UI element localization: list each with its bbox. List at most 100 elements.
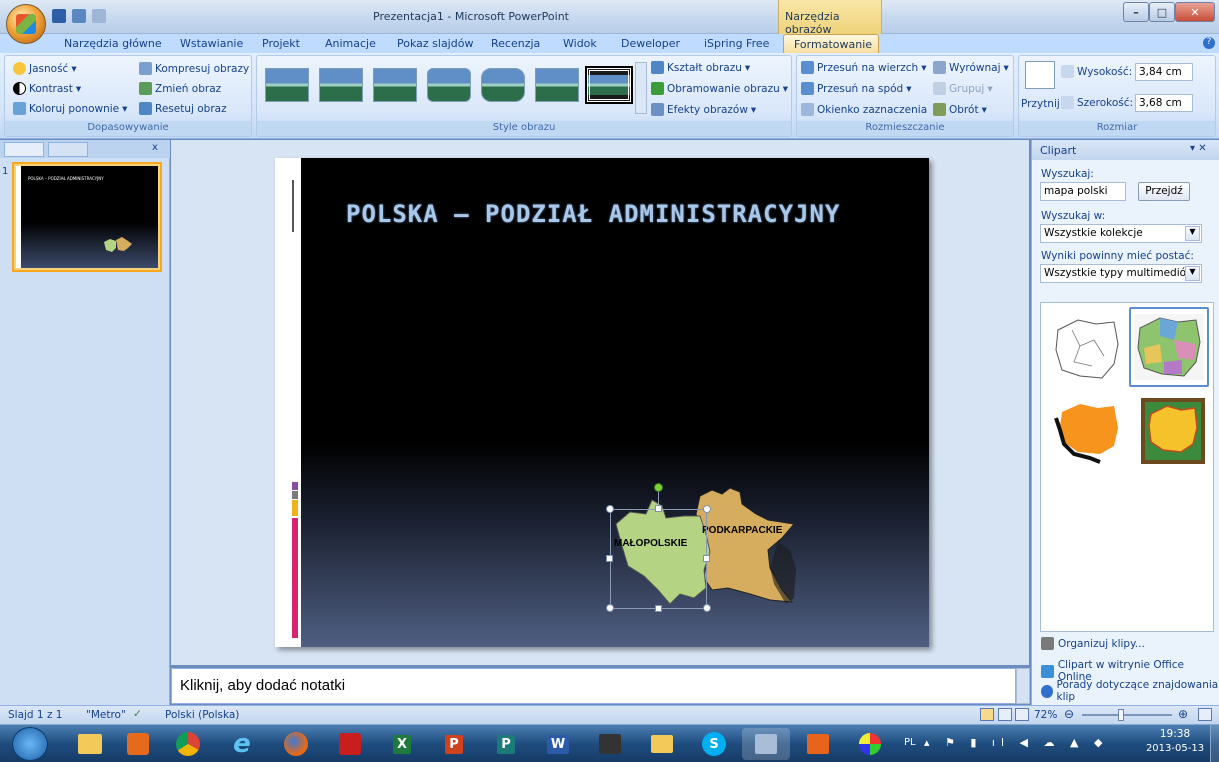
zoom-in-icon[interactable]: ⊕	[1178, 707, 1188, 721]
compress-button[interactable]: Kompresuj obrazy	[139, 62, 249, 75]
tab-outline[interactable]	[48, 142, 88, 157]
screen-app-icon[interactable]	[742, 728, 790, 760]
tray-icons[interactable]: ▴ ⚑ ▮ ıl ◀ ☁ ▲ ◆	[924, 736, 1108, 749]
clock-time[interactable]: 19:38	[1150, 728, 1200, 740]
clip-result-4[interactable]	[1133, 391, 1213, 471]
undo-icon[interactable]	[72, 9, 86, 23]
acrobat-icon[interactable]	[326, 728, 374, 760]
slide-title[interactable]: POLSKA – PODZIAŁ ADMINISTRACYJNY	[346, 200, 840, 228]
zoom-out-icon[interactable]: ⊖	[1064, 707, 1074, 721]
tab-review[interactable]: Recenzja	[491, 34, 540, 53]
save-icon[interactable]	[52, 9, 66, 23]
normal-view-icon[interactable]	[980, 708, 994, 721]
zoom-slider[interactable]	[1082, 714, 1172, 716]
tab-slides[interactable]	[4, 142, 44, 157]
spellcheck-icon[interactable]: ✓	[133, 708, 142, 720]
outlook-icon[interactable]	[114, 728, 162, 760]
resize-handle-sw[interactable]	[606, 604, 614, 612]
close-pane-icon[interactable]: x	[152, 142, 158, 153]
close-button[interactable]: ✕	[1175, 2, 1215, 22]
language-indicator[interactable]: PL	[904, 737, 916, 748]
tab-developer[interactable]: Deweloper	[621, 34, 680, 53]
tab-slideshow[interactable]: Pokaz slajdów	[397, 34, 473, 53]
calendar-app-icon[interactable]	[794, 728, 842, 760]
show-desktop-button[interactable]	[1210, 725, 1219, 762]
notes-input[interactable]: Kliknij, aby dodać notatki	[171, 668, 1016, 704]
crop-label[interactable]: Przytnij	[1021, 98, 1060, 110]
resize-handle-se[interactable]	[703, 604, 711, 612]
group-button[interactable]: Grupuj ▾	[933, 82, 993, 95]
redo-icon[interactable]	[92, 9, 106, 23]
width-input[interactable]: 3,68 cm	[1135, 94, 1193, 112]
eye-app-icon[interactable]	[586, 728, 634, 760]
style-thumb-1[interactable]	[265, 68, 309, 102]
tab-view[interactable]: Widok	[563, 34, 597, 53]
chrome-icon[interactable]	[164, 728, 212, 760]
resize-handle-s[interactable]	[655, 605, 662, 612]
send-back-button[interactable]: Przesuń na spód ▾	[801, 82, 912, 95]
tab-insert[interactable]: Wstawianie	[180, 34, 243, 53]
styles-gallery-scroll[interactable]	[635, 62, 647, 114]
start-button[interactable]	[12, 727, 48, 761]
crop-icon[interactable]	[1025, 61, 1055, 89]
tips-link[interactable]: Porady dotyczące znajdowania klip	[1041, 679, 1219, 703]
pane-menu-icon[interactable]: ▾ ✕	[1190, 143, 1207, 154]
ie-icon[interactable]: e	[218, 728, 266, 760]
reset-picture-button[interactable]: Resetuj obraz	[139, 102, 227, 115]
recolor-button[interactable]: Koloruj ponownie ▾	[13, 102, 127, 115]
publisher-icon[interactable]: P	[482, 728, 530, 760]
folder-app-icon[interactable]	[638, 728, 686, 760]
help-icon[interactable]: ?	[1203, 37, 1215, 49]
tab-format[interactable]: Formatowanie	[783, 34, 879, 53]
search-input[interactable]: mapa polski	[1040, 182, 1126, 201]
style-thumb-4[interactable]	[427, 68, 471, 102]
tab-home[interactable]: Narzędzia główne	[64, 34, 162, 53]
selection-box[interactable]	[610, 509, 707, 609]
style-thumb-2[interactable]	[319, 68, 363, 102]
firefox-icon[interactable]	[272, 728, 320, 760]
resize-handle-e[interactable]	[703, 555, 710, 562]
selection-pane-button[interactable]: Okienko zaznaczenia	[801, 103, 927, 116]
maximize-button[interactable]: □	[1149, 2, 1175, 22]
slide-thumbnail[interactable]: POLSKA – PODZIAŁ ADMINISTRACYJNY	[12, 162, 162, 272]
resize-handle-w[interactable]	[606, 555, 613, 562]
tab-design[interactable]: Projekt	[262, 34, 300, 53]
clip-result-3[interactable]	[1047, 391, 1127, 471]
tab-animations[interactable]: Animacje	[325, 34, 376, 53]
height-input[interactable]: 3,84 cm	[1135, 63, 1193, 81]
zoom-slider-thumb[interactable]	[1118, 709, 1124, 721]
powerpoint-icon[interactable]: P	[430, 728, 478, 760]
resize-handle-ne[interactable]	[703, 505, 711, 513]
picture-effects-button[interactable]: Efekty obrazów ▾	[651, 103, 756, 116]
clip-result-1[interactable]	[1047, 309, 1127, 389]
language[interactable]: Polski (Polska)	[165, 709, 239, 721]
clock-date[interactable]: 2013-05-13	[1142, 743, 1208, 754]
notes-scrollbar[interactable]	[1016, 668, 1030, 704]
search-in-select[interactable]: Wszystkie kolekcje ▼	[1040, 224, 1202, 243]
style-thumb-3[interactable]	[373, 68, 417, 102]
slideshow-view-icon[interactable]	[1015, 708, 1029, 721]
fit-window-icon[interactable]	[1198, 708, 1212, 721]
align-button[interactable]: Wyrównaj ▾	[933, 61, 1009, 74]
organize-clips-link[interactable]: Organizuj klipy...	[1041, 637, 1145, 650]
style-thumb-5[interactable]	[481, 68, 525, 102]
picture-shape-button[interactable]: Kształt obrazu ▾	[651, 61, 750, 74]
go-button[interactable]: Przejdź	[1138, 182, 1190, 201]
explorer-icon[interactable]	[66, 728, 114, 760]
minimize-button[interactable]: –	[1123, 2, 1149, 22]
sorter-view-icon[interactable]	[998, 708, 1012, 721]
skype-icon[interactable]: S	[690, 728, 738, 760]
style-thumb-7[interactable]	[585, 66, 633, 104]
word-icon[interactable]: W	[534, 728, 582, 760]
tab-ispring[interactable]: iSpring Free	[704, 34, 769, 53]
zoom-level[interactable]: 72%	[1034, 709, 1057, 721]
brightness-button[interactable]: Jasność ▾	[13, 62, 77, 75]
excel-icon[interactable]: X	[378, 728, 426, 760]
paint-icon[interactable]	[846, 728, 894, 760]
result-type-select[interactable]: Wszystkie typy multimediów ▼	[1040, 264, 1202, 283]
picture-border-button[interactable]: Obramowanie obrazu ▾	[651, 82, 788, 95]
rotation-handle[interactable]	[654, 483, 663, 492]
bring-front-button[interactable]: Przesuń na wierzch ▾	[801, 61, 926, 74]
contrast-button[interactable]: Kontrast ▾	[13, 82, 81, 95]
office-button[interactable]	[6, 4, 46, 44]
